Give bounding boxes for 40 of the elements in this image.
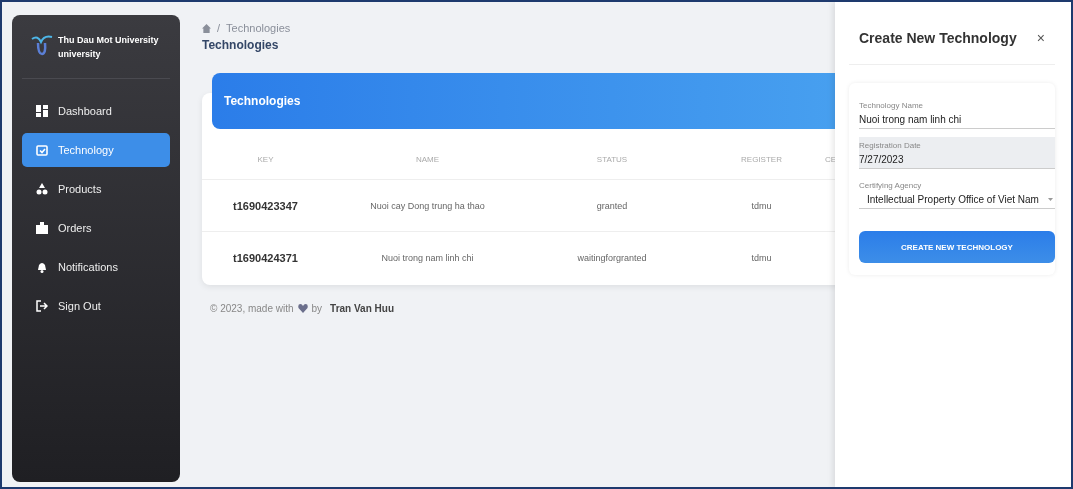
close-button[interactable]: × [1036,30,1045,46]
bag-icon [36,222,48,234]
logo-icon [30,33,54,57]
dashboard-icon [36,105,48,117]
footer-text: by [311,303,323,314]
author-link[interactable]: Tran Van Huu [330,303,394,314]
caret-icon [1048,198,1053,201]
breadcrumb-separator: / [217,22,221,34]
table-cell: Nuoi trong nam linh chi [329,231,526,283]
clipboard-icon [36,144,48,156]
sidebar-item[interactable]: Notifications [22,250,170,284]
heart-icon [297,304,308,313]
table-cell: granted [526,179,698,232]
table-cell: Nuoi cay Dong trung ha thao [329,179,526,232]
column-header: KEY [202,139,329,180]
input-field[interactable]: Certifying Agency Intellectual Property Office of Viet Nam [859,177,1055,209]
create-button[interactable]: CREATE NEW TECHNOLOGY [859,231,1055,263]
drawer-title: Create New Technology [859,30,1017,46]
input-field[interactable]: Technology Name Nuoi trong nam linh chi [859,97,1055,129]
home-icon[interactable] [202,23,211,33]
copyright-text: © 2023, made with [210,303,294,314]
table-cell: tdmu [698,179,825,232]
column-header: STATUS [526,139,698,180]
card-title: Technologies [224,94,301,108]
brand-subtitle: university [58,48,102,61]
shapes-icon [36,183,48,195]
brand-title: Thu Dau Mot University [58,34,159,47]
sidebar-item[interactable]: Orders [22,211,170,245]
bell-icon [36,261,48,273]
table-cell: tdmu [698,231,825,283]
column-header: NAME [329,139,526,180]
sidebar-item[interactable]: Products [22,172,170,206]
page-title: Technologies [202,38,279,52]
sign-out-icon [36,300,48,312]
column-header: REGISTER [698,139,825,180]
table-cell: t1690424371 [202,231,329,283]
sidebar-item[interactable]: Dashboard [22,94,170,128]
table-cell: t1690423347 [202,179,329,232]
sidebar-item[interactable]: Sign Out [22,289,170,323]
table-cell: waitingforgranted [526,231,698,283]
